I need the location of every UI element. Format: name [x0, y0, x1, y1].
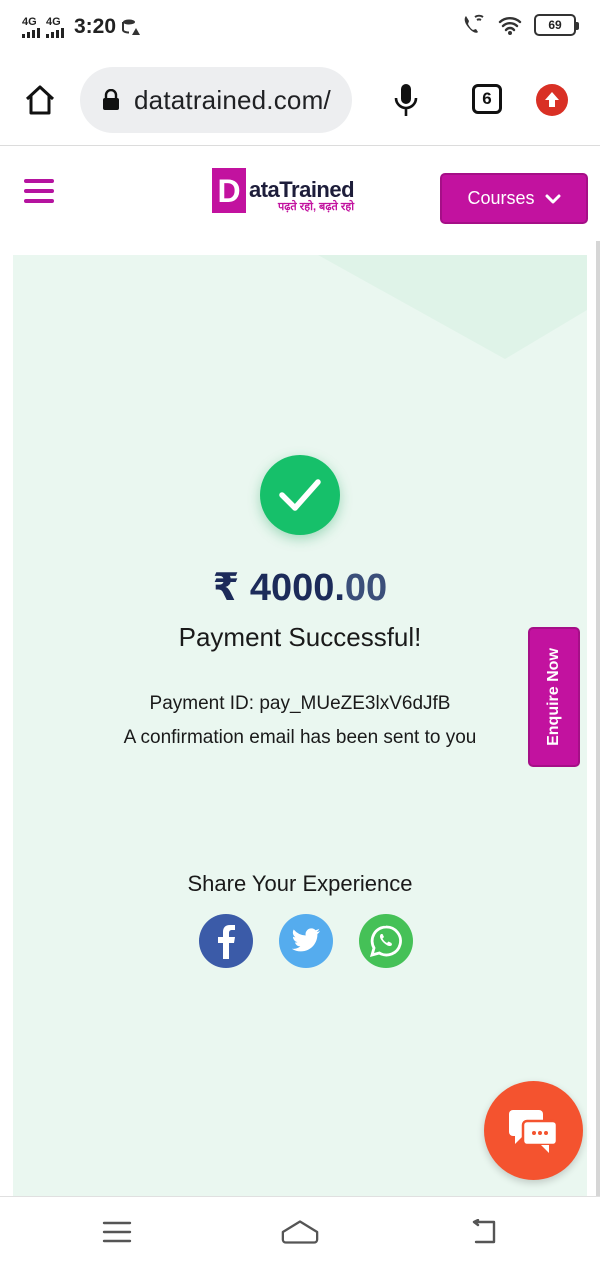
payment-amount: ₹ 4000.00: [0, 565, 600, 610]
home-icon: [25, 85, 55, 115]
wifi-calling-icon: [464, 14, 484, 33]
signal-1: 4G: [22, 15, 40, 38]
tab-count: 6: [482, 89, 492, 108]
mic-icon: [394, 84, 418, 116]
page: 4G 4G 3:20 69 datatrained.com/ 6 D ataTr…: [0, 0, 600, 1266]
back-icon: [472, 1219, 496, 1244]
confirmation-note: A confirmation email has been sent to yo…: [123, 727, 477, 748]
whatsapp-icon: [369, 925, 402, 958]
logo-name: ataTrained: [249, 177, 355, 202]
menu-icon[interactable]: [24, 179, 54, 203]
battery-icon: 69: [534, 14, 579, 36]
home-nav-button[interactable]: [280, 1214, 320, 1250]
system-nav-bar: [0, 1196, 600, 1266]
network-type-2: 4G: [46, 15, 61, 28]
chevron-down-icon: [545, 194, 561, 203]
site-header: D ataTrained पढ़ते रहो, बढ़ते रहो Course…: [0, 147, 600, 241]
check-icon: [279, 479, 321, 511]
payment-card: [13, 255, 587, 1196]
payment-status-title: Payment Successful!: [178, 622, 422, 652]
update-button[interactable]: [536, 84, 568, 116]
tabs-button[interactable]: 6: [472, 84, 502, 114]
voice-search-button[interactable]: [388, 80, 424, 120]
amount-whole: 4000.: [249, 567, 345, 609]
status-right: 69: [462, 14, 579, 36]
lock-icon: [103, 89, 119, 110]
currency-symbol: ₹: [212, 567, 240, 609]
signal-bars-icon: [22, 27, 40, 38]
recents-icon: [102, 1221, 132, 1243]
site-logo[interactable]: D ataTrained पढ़ते रहो, बढ़ते रहो: [212, 168, 355, 214]
clock: 3:20: [74, 15, 117, 38]
payment-id: Payment ID: pay_MUeZE3lxV6dJfB: [149, 693, 451, 714]
home-nav-icon: [281, 1220, 319, 1244]
card-decoration: [318, 255, 587, 359]
url-text: datatrained.com/: [134, 84, 331, 115]
logo-wordmark: ataTrained पढ़ते रहो, बढ़ते रहो: [249, 177, 355, 214]
share-title: Share Your Experience: [187, 871, 413, 896]
recents-button[interactable]: [97, 1214, 137, 1250]
courses-button[interactable]: Courses: [440, 173, 588, 224]
twitter-share-button[interactable]: [279, 914, 333, 968]
data-saver-icon: [122, 19, 141, 35]
logo-tagline: पढ़ते रहो, बढ़ते रहो: [277, 201, 355, 213]
signal-2: 4G: [46, 15, 64, 38]
network-type-1: 4G: [22, 15, 37, 28]
chat-icon: [508, 1109, 558, 1153]
back-button[interactable]: [463, 1214, 503, 1250]
wifi-icon: [498, 17, 522, 35]
logo-mark: D: [212, 168, 246, 213]
browser-home-button[interactable]: [20, 80, 60, 120]
enquire-now-tab[interactable]: Enquire Now: [528, 627, 580, 767]
facebook-share-button[interactable]: [199, 914, 253, 968]
twitter-icon: [291, 928, 320, 952]
facebook-icon: [218, 925, 235, 959]
update-icon: [545, 92, 559, 107]
status-bar: 4G 4G 3:20 69: [0, 0, 600, 56]
whatsapp-share-button[interactable]: [359, 914, 413, 968]
signal-bars-icon: [46, 27, 64, 38]
chat-button[interactable]: [484, 1081, 583, 1180]
amount-decimal: 00: [344, 567, 388, 609]
status-left: 4G 4G 3:20: [22, 12, 141, 42]
courses-label: Courses: [467, 188, 535, 208]
address-bar[interactable]: datatrained.com/: [80, 67, 352, 133]
success-badge: [260, 455, 340, 535]
browser-toolbar: datatrained.com/ 6: [0, 56, 600, 146]
enquire-label: Enquire Now: [545, 648, 562, 746]
scrollbar[interactable]: [596, 241, 600, 1196]
